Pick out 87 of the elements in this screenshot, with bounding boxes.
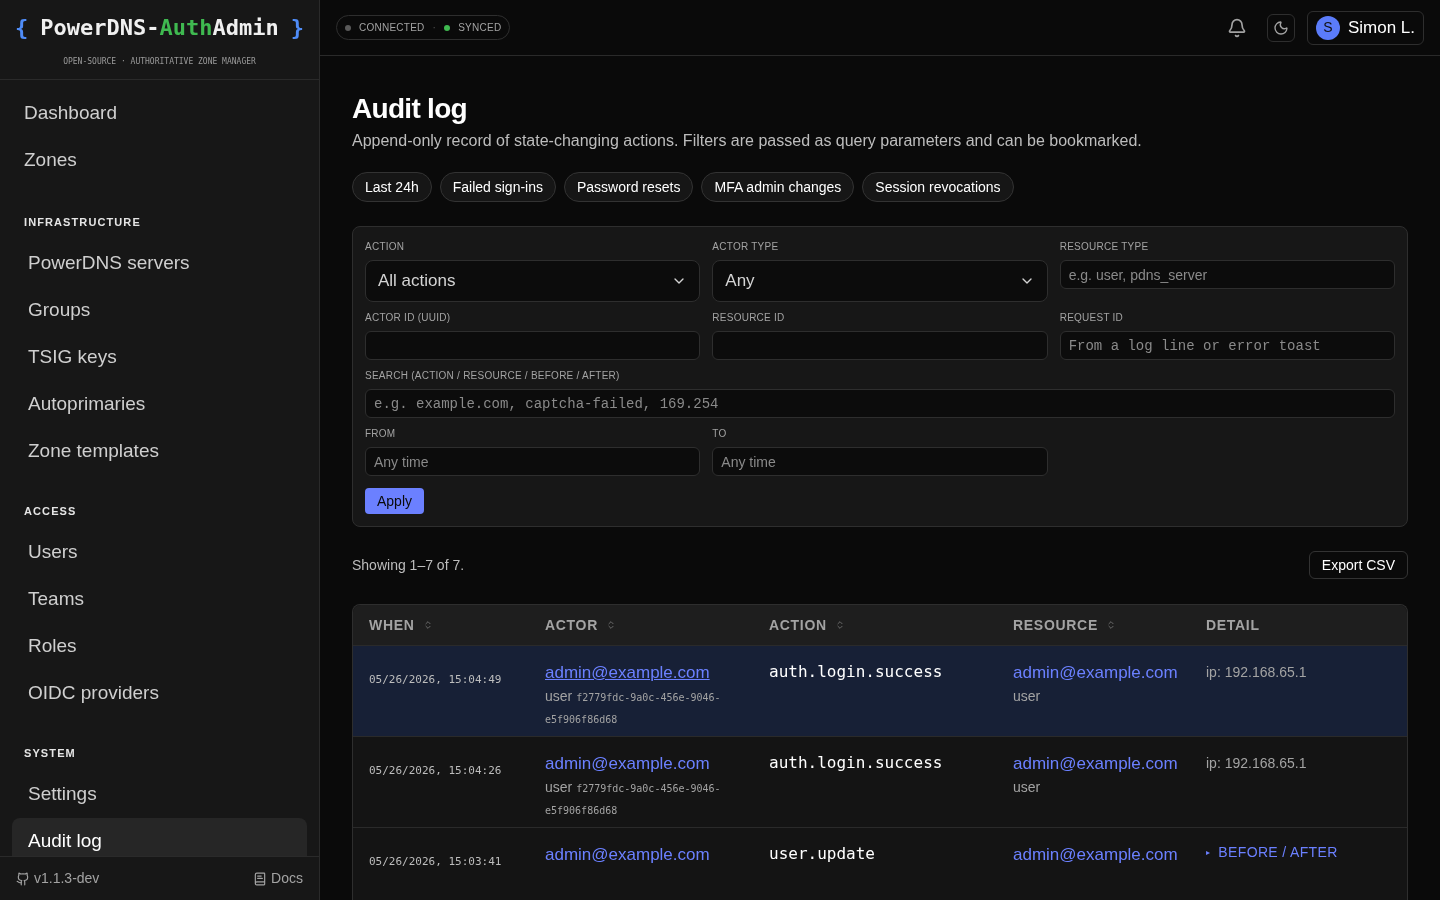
status-label: CONNECTED — [359, 21, 425, 35]
action-name: auth.login.success — [769, 753, 943, 772]
detail-text: ip: 192.168.65.1 — [1206, 755, 1307, 771]
sidebar-item[interactable]: TSIG keys — [12, 334, 307, 381]
detail-text: ip: 192.168.65.1 — [1206, 664, 1307, 680]
resource-link[interactable]: admin@example.com — [1013, 842, 1206, 868]
book-icon — [253, 871, 268, 886]
sidebar-item[interactable]: OIDC providers — [12, 670, 307, 717]
results-summary: Showing 1–7 of 7. — [352, 555, 465, 575]
field-label: RESOURCE ID — [712, 312, 786, 324]
dropdown[interactable]: All actions — [365, 260, 701, 302]
tagline: OPEN-SOURCE · AUTHORITATIVE ZONE MANAGER — [63, 56, 256, 68]
apply-button[interactable]: Apply — [365, 488, 425, 514]
timestamp: 05/26/2026, 15:04:49 — [369, 673, 502, 686]
preset-chip[interactable]: Session revocations — [862, 172, 1014, 202]
sort-icon[interactable] — [422, 620, 433, 630]
timestamp: 05/26/2026, 15:03:41 — [369, 855, 502, 868]
avatar: S — [1315, 15, 1340, 40]
page-title: Audit log — [352, 92, 468, 126]
column-header[interactable]: ACTOR — [545, 614, 599, 636]
field-label: ACTOR ID (UUID) — [365, 312, 452, 324]
theme-toggle[interactable] — [1266, 13, 1295, 42]
input-field[interactable] — [712, 331, 1048, 360]
sidebar-item[interactable]: Settings — [12, 771, 307, 818]
input-field[interactable]: e.g. user, pdns_server — [1059, 260, 1395, 289]
resource-link[interactable]: admin@example.com — [1013, 660, 1206, 686]
input-field[interactable] — [365, 331, 701, 360]
field-label: SEARCH (ACTION / RESOURCE / BEFORE / AFTER) — [365, 370, 621, 382]
preset-chip[interactable]: Failed sign-ins — [439, 172, 556, 202]
page-subtitle: Append-only record of state-changing actions. Filters are passed as query parameters and can be bookmarked. — [352, 131, 1143, 151]
export-button[interactable]: Export CSV — [1308, 551, 1408, 579]
sort-icon[interactable] — [1105, 620, 1116, 630]
input-field[interactable]: From a log line or error toast — [1059, 331, 1395, 360]
before-after-toggle[interactable]: ▸ BEFORE / AFTER — [1206, 842, 1338, 863]
sidebar-item[interactable]: Roles — [12, 623, 307, 670]
table-row[interactable]: 05/26/2026, 15:04:49 admin@example.com user f2779fdc-9a0c-456e-9046-e5f906f86d68 auth.login.success admin@example.com user ip: 192.168.65.1 — [353, 645, 1407, 736]
sidebar-item[interactable]: Zone templates — [12, 428, 307, 475]
sort-icon[interactable] — [606, 620, 617, 630]
search-field[interactable]: e.g. example.com, captcha-failed, 169.254 — [365, 389, 1395, 418]
sidebar-item[interactable]: Autoprimaries — [12, 381, 307, 428]
logo: { PowerDNS-AuthAdmin } — [15, 14, 304, 42]
actor-detail: user f2779fdc-9a0c-456e-9046-e5f906f86d68 — [545, 686, 722, 727]
field-label: REQUEST ID — [1059, 312, 1125, 324]
actor-link[interactable]: admin@example.com — [545, 751, 769, 777]
timestamp: 05/26/2026, 15:04:26 — [369, 764, 502, 777]
field-label: RESOURCE TYPE — [1059, 241, 1150, 253]
separator-dot: · — [432, 21, 437, 35]
field-label: ACTION — [365, 241, 406, 253]
column-header: DETAIL — [1206, 615, 1260, 635]
sidebar-item[interactable]: Audit log — [12, 818, 307, 856]
sidebar-item[interactable]: Teams — [12, 576, 307, 623]
resource-link[interactable]: admin@example.com — [1013, 751, 1206, 777]
field-label: FROM — [365, 428, 397, 440]
version-link[interactable]: v1.1.3-dev — [34, 868, 100, 889]
section-heading: INFRASTRUCTURE — [23, 215, 142, 230]
sort-icon[interactable] — [834, 620, 845, 630]
field-label: TO — [712, 428, 728, 440]
action-name: user.update — [769, 844, 875, 863]
input-field[interactable]: Any time — [712, 447, 1048, 476]
section-heading: SYSTEM — [23, 746, 77, 761]
preset-chip[interactable]: MFA admin changes — [701, 172, 855, 202]
action-name: auth.login.success — [769, 662, 943, 681]
column-header[interactable]: RESOURCE — [1013, 614, 1098, 636]
field-label: ACTOR TYPE — [712, 241, 780, 253]
sidebar-item[interactable]: Zones — [12, 137, 307, 184]
preset-chip[interactable]: Password resets — [564, 172, 694, 202]
column-header[interactable]: ACTION — [769, 614, 827, 636]
resource-type: user — [1013, 777, 1042, 797]
status-label: SYNCED — [458, 21, 502, 35]
moon-icon — [1272, 19, 1289, 36]
actor-link[interactable]: admin@example.com — [545, 660, 769, 686]
section-heading: ACCESS — [23, 504, 78, 519]
column-header[interactable]: WHEN — [369, 614, 415, 636]
sidebar-item[interactable]: Users — [12, 529, 307, 576]
github-icon — [16, 871, 30, 886]
sidebar-item[interactable]: PowerDNS servers — [12, 240, 307, 287]
sidebar-item[interactable]: Dashboard — [12, 90, 307, 137]
notifications-icon[interactable] — [1226, 17, 1247, 38]
sidebar-item[interactable]: Groups — [12, 287, 307, 334]
resource-type: user — [1013, 686, 1042, 706]
user-menu[interactable]: S Simon L. — [1306, 10, 1424, 45]
preset-chip[interactable]: Last 24h — [352, 172, 432, 202]
actor-detail: user f2779fdc-9a0c-456e-9046-e5f906f86d68 — [545, 777, 722, 818]
input-field[interactable]: Any time — [365, 447, 701, 476]
docs-link[interactable]: Docs — [271, 868, 303, 889]
dropdown[interactable]: Any — [712, 260, 1048, 302]
actor-link[interactable]: admin@example.com — [545, 842, 769, 868]
